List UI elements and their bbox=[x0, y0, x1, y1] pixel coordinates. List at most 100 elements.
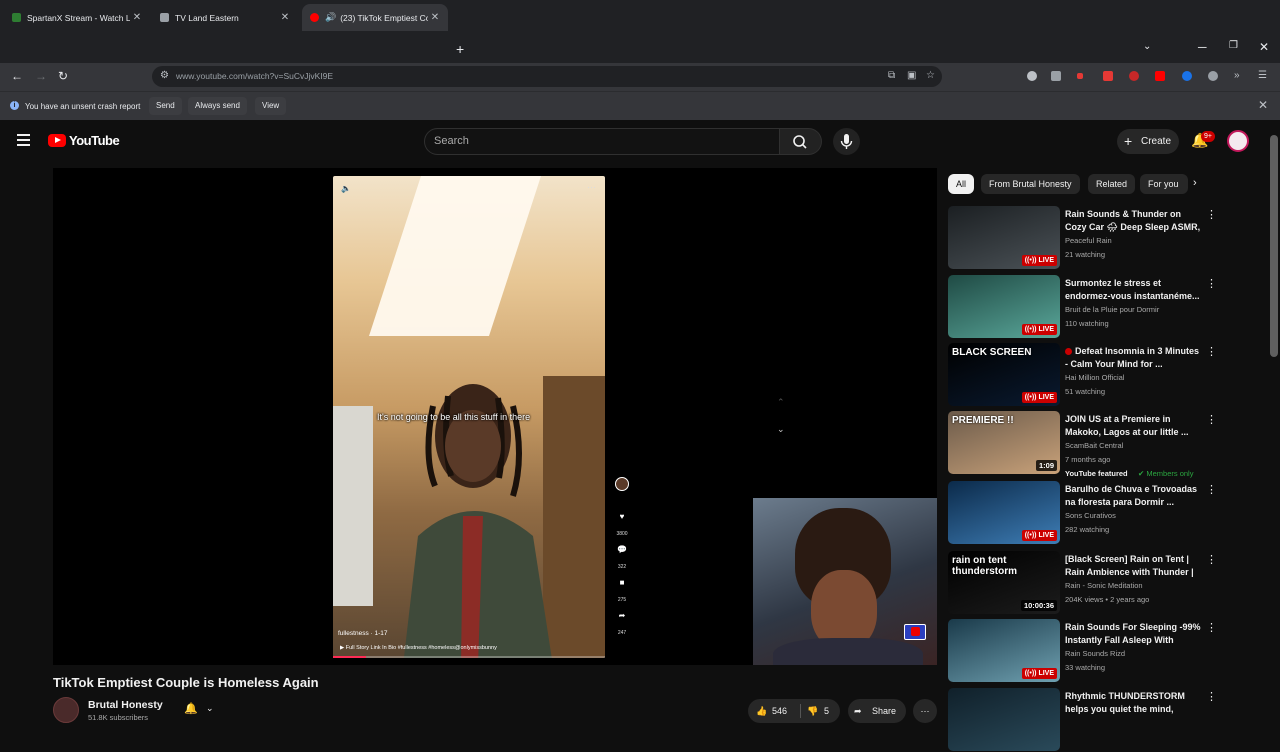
audio-playing-icon[interactable]: 🔊 bbox=[325, 12, 336, 23]
recommendation-item[interactable]: BLACK SCREEN ((•)) LIVE Defeat Insomnia in… bbox=[948, 343, 1228, 407]
recommendation-channel[interactable]: Bruit de la Pluie pour Dormir bbox=[1065, 305, 1159, 314]
thumbs-down-icon[interactable]: 👎 bbox=[807, 699, 818, 723]
search-button[interactable] bbox=[780, 128, 822, 155]
recommendation-title[interactable]: Rain Sounds & Thunder on Cozy Car 🌧 Deep… bbox=[1065, 208, 1202, 234]
recommendation-channel[interactable]: Rain Sounds Rizd bbox=[1065, 649, 1125, 658]
voice-search-button[interactable] bbox=[833, 128, 860, 155]
recommendation-title[interactable]: Rhythmic THUNDERSTORM helps you quiet th… bbox=[1065, 690, 1202, 716]
action-menu-icon[interactable]: ⋮ bbox=[1206, 483, 1217, 496]
recommendation-channel[interactable]: Rain - Sonic Meditation bbox=[1065, 581, 1143, 590]
recommendation-title[interactable]: Defeat Insomnia in 3 Minutes - Calm Your… bbox=[1065, 345, 1202, 370]
youtube-wordmark[interactable]: YouTube bbox=[69, 133, 120, 148]
thumbnail[interactable]: ((•)) LIVE bbox=[948, 275, 1060, 338]
new-tab-button[interactable]: + bbox=[456, 41, 464, 57]
thumbnail[interactable]: ((•)) LIVE bbox=[948, 619, 1060, 682]
extension-icon[interactable] bbox=[1103, 71, 1113, 81]
chip-for-you[interactable]: For you bbox=[1140, 174, 1188, 194]
always-send-button[interactable]: Always send bbox=[188, 97, 247, 115]
close-infobar-icon[interactable]: ✕ bbox=[1258, 98, 1268, 112]
volume-icon[interactable]: 🔈 bbox=[341, 184, 351, 193]
recommendation-channel[interactable]: Hai Million Official bbox=[1065, 373, 1124, 382]
thumbnail[interactable]: rain on tent thunderstorm 10:00:36 bbox=[948, 551, 1060, 614]
tab-search-chevron-icon[interactable]: ⌄ bbox=[1143, 41, 1151, 52]
minimize-button[interactable]: ─ bbox=[1198, 40, 1207, 54]
thumbnail[interactable]: ((•)) LIVE bbox=[948, 481, 1060, 544]
recommendation-item[interactable]: ((•)) LIVE Barulho de Chuva e Trovoadas n… bbox=[948, 481, 1228, 545]
back-button[interactable]: ← bbox=[11, 69, 23, 83]
thumbnail[interactable]: BLACK SCREEN ((•)) LIVE bbox=[948, 343, 1060, 406]
chevron-up-icon[interactable]: ⌃ bbox=[777, 397, 785, 408]
person-figure bbox=[403, 384, 552, 658]
profile-extension-icon[interactable] bbox=[1027, 71, 1037, 81]
action-menu-icon[interactable]: ⋮ bbox=[1206, 621, 1217, 634]
forward-button[interactable]: → bbox=[35, 69, 47, 83]
recommendation-channel[interactable]: ScamBait Central bbox=[1065, 441, 1123, 450]
recommendation-item[interactable]: rain on tent thunderstorm 10:00:36 [Black … bbox=[948, 551, 1228, 615]
action-menu-icon[interactable]: ⋮ bbox=[1206, 345, 1217, 358]
chip-from-channel[interactable]: From Brutal Honesty bbox=[981, 174, 1080, 194]
more-options-icon[interactable]: ⋯ bbox=[587, 182, 596, 193]
recommendation-channel[interactable]: Sons Curativos bbox=[1065, 511, 1116, 520]
recommendation-title[interactable]: [Black Screen] Rain on Tent | Rain Ambie… bbox=[1065, 553, 1202, 579]
search-input[interactable] bbox=[424, 128, 780, 155]
thumbnail[interactable]: ((•)) LIVE bbox=[948, 206, 1060, 269]
recommendation-item[interactable]: ((•)) LIVE Surmontez le stress et endorme… bbox=[948, 275, 1228, 339]
action-menu-icon[interactable]: ⋮ bbox=[1206, 208, 1217, 221]
browser-menu-icon[interactable]: ☰ bbox=[1258, 70, 1267, 81]
extension-icon[interactable] bbox=[1155, 71, 1165, 81]
chip-all[interactable]: All bbox=[948, 174, 975, 194]
chevron-down-icon[interactable]: ⌄ bbox=[777, 424, 785, 435]
chevron-down-icon[interactable]: ⌄ bbox=[206, 703, 214, 714]
extension-icon[interactable] bbox=[1051, 71, 1061, 81]
recommendation-item[interactable]: ((•)) LIVE Rain Sounds For Sleeping -99% … bbox=[948, 619, 1228, 683]
recommendation-item[interactable]: PREMIERE !! 1:09 JOIN US at a Premiere in … bbox=[948, 411, 1228, 478]
action-menu-icon[interactable]: ⋮ bbox=[1206, 277, 1217, 290]
channel-name[interactable]: Brutal Honesty bbox=[88, 699, 163, 711]
more-extensions-chevron-icon[interactable]: » bbox=[1234, 70, 1240, 81]
channel-avatar[interactable] bbox=[53, 697, 79, 723]
recommendation-title[interactable]: Rain Sounds For Sleeping -99% Instantly … bbox=[1065, 621, 1202, 647]
recommendation-item[interactable]: Rhythmic THUNDERSTORM helps you quiet th… bbox=[948, 688, 1228, 752]
dislike-count[interactable]: 5 bbox=[824, 699, 829, 723]
thumbnail[interactable]: PREMIERE !! 1:09 bbox=[948, 411, 1060, 474]
extension-icon[interactable] bbox=[1182, 71, 1192, 81]
cast-icon[interactable]: ▣ bbox=[907, 70, 916, 81]
account-avatar[interactable] bbox=[1227, 130, 1249, 152]
tab-spartanx[interactable]: SpartanX Stream - Watch Live c ✕ bbox=[4, 4, 150, 31]
thumbs-up-icon[interactable]: 👍 bbox=[756, 699, 767, 723]
recommendation-item[interactable]: ((•)) LIVE Rain Sounds & Thunder on Cozy … bbox=[948, 206, 1228, 270]
close-tab-icon[interactable]: ✕ bbox=[278, 12, 292, 23]
recommendation-title[interactable]: JOIN US at a Premiere in Makoko, Lagos a… bbox=[1065, 413, 1202, 438]
more-actions-icon[interactable]: ⋯ bbox=[913, 699, 937, 723]
action-menu-icon[interactable]: ⋮ bbox=[1206, 413, 1217, 426]
extension-icon[interactable] bbox=[1077, 73, 1083, 79]
action-menu-icon[interactable]: ⋮ bbox=[1206, 690, 1217, 703]
reload-button[interactable]: ↻ bbox=[58, 69, 68, 83]
share-button[interactable]: ➦ Share bbox=[848, 699, 906, 723]
recommendation-channel[interactable]: Peaceful Rain bbox=[1065, 236, 1112, 245]
guide-menu-icon[interactable] bbox=[17, 134, 30, 146]
action-menu-icon[interactable]: ⋮ bbox=[1206, 553, 1217, 566]
close-window-button[interactable]: ✕ bbox=[1259, 40, 1269, 54]
chevron-right-icon[interactable]: › bbox=[1193, 177, 1197, 189]
send-button[interactable]: Send bbox=[149, 97, 182, 115]
close-tab-icon[interactable]: ✕ bbox=[130, 12, 144, 23]
extensions-puzzle-icon[interactable] bbox=[1208, 71, 1218, 81]
chip-related[interactable]: Related bbox=[1088, 174, 1136, 194]
close-tab-icon[interactable]: ✕ bbox=[428, 12, 442, 23]
extension-icon[interactable] bbox=[1129, 71, 1139, 81]
recommendation-title[interactable]: Surmontez le stress et endormez-vous ins… bbox=[1065, 277, 1202, 302]
bookmark-star-icon[interactable]: ☆ bbox=[926, 70, 935, 81]
youtube-logo-icon[interactable] bbox=[48, 134, 66, 147]
site-info-icon[interactable]: ⚙ bbox=[160, 70, 169, 81]
like-count[interactable]: 546 bbox=[772, 699, 787, 723]
recommendation-title[interactable]: Barulho de Chuva e Trovoadas na floresta… bbox=[1065, 483, 1202, 508]
video-progress-bar[interactable] bbox=[333, 656, 605, 658]
subscription-bell-icon[interactable]: 🔔 bbox=[184, 702, 198, 715]
install-app-icon[interactable]: ⧉ bbox=[888, 70, 895, 81]
scrollbar-thumb[interactable] bbox=[1270, 135, 1278, 357]
tab-youtube[interactable]: 🔊 (23) TikTok Emptiest Couple ✕ bbox=[302, 4, 448, 31]
restore-button[interactable]: ❐ bbox=[1229, 40, 1238, 51]
tab-tvland[interactable]: TV Land Eastern ✕ bbox=[152, 4, 298, 31]
view-button[interactable]: View bbox=[255, 97, 287, 115]
